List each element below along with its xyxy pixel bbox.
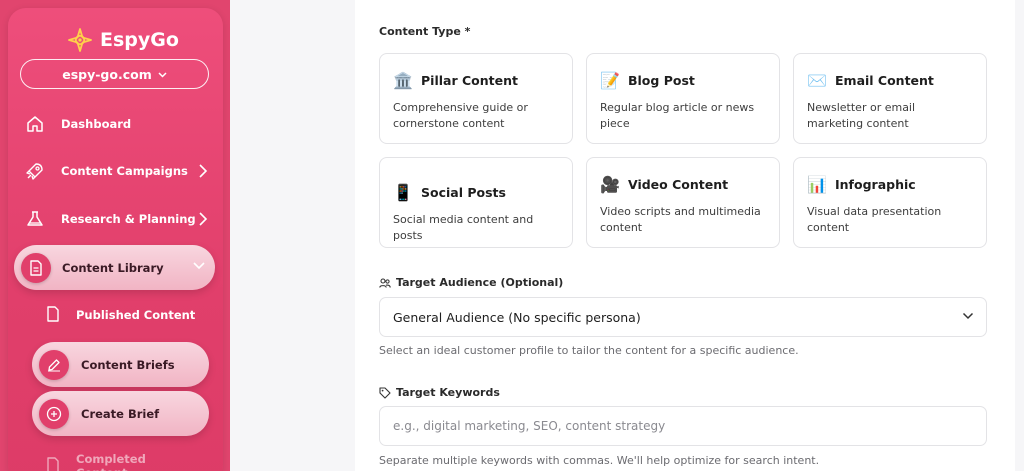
target-keywords-input[interactable]	[379, 406, 987, 446]
sidebar-item-content-library[interactable]: Content Library	[14, 245, 215, 290]
target-keywords-help: Separate multiple keywords with commas. …	[379, 454, 820, 467]
content-type-label-text: Content Type *	[379, 25, 471, 38]
content-type-description: Comprehensive guide or cornerstone conte…	[393, 101, 528, 130]
sidebar-item-research-planning[interactable]: Research & Planning	[20, 201, 215, 237]
content-type-title: Infographic	[835, 177, 916, 192]
target-audience-select[interactable]: General Audience (No specific persona)	[379, 297, 987, 337]
video-camera-icon: 🎥	[600, 175, 620, 194]
content-type-social-posts[interactable]: 📱 Social Posts Social media content and p…	[379, 157, 573, 248]
document-icon	[21, 252, 51, 283]
sidebar-subitem-label: Create Brief	[81, 406, 160, 421]
tag-icon	[379, 386, 391, 399]
chevron-right-icon	[199, 164, 208, 178]
sidebar-subitem-label: Completed Content	[76, 452, 146, 471]
content-type-title: Pillar Content	[421, 73, 518, 88]
sidebar-item-label: Content Campaigns	[61, 164, 188, 178]
target-audience-label: Target Audience (Optional)	[379, 276, 563, 289]
sidebar-item-label: Dashboard	[61, 117, 132, 131]
file-icon	[46, 305, 60, 325]
content-type-description: Video scripts and multimedia content	[600, 205, 761, 234]
target-audience-help: Select an ideal customer profile to tail…	[379, 344, 799, 357]
rocket-icon	[25, 161, 45, 181]
content-type-description: Regular blog article or news piece	[600, 101, 755, 130]
target-audience-label-text: Target Audience (Optional)	[396, 276, 564, 289]
chevron-down-icon	[962, 312, 974, 320]
chevron-down-icon	[158, 71, 167, 78]
content-type-title: Blog Post	[628, 73, 695, 88]
target-keywords-label: Target Keywords	[379, 386, 500, 399]
content-type-pillar[interactable]: 🏛️ Pillar Content Comprehensive guide or …	[379, 53, 573, 144]
bar-chart-icon: 📊	[807, 175, 827, 194]
content-type-description: Visual data presentation content	[807, 205, 942, 234]
sidebar-subitem-content-briefs[interactable]: Content Briefs	[32, 342, 209, 387]
espygo-logo-icon	[68, 28, 92, 52]
pencil-icon	[39, 349, 69, 380]
sidebar-subitem-create-brief[interactable]: Create Brief	[32, 391, 209, 436]
content-type-title: Video Content	[628, 177, 729, 192]
plus-circle-icon	[39, 398, 69, 429]
home-icon	[25, 114, 45, 134]
file-icon	[46, 456, 60, 471]
domain-selector-value: espy-go.com	[62, 66, 152, 82]
sidebar-item-label: Research & Planning	[61, 212, 196, 226]
users-icon	[379, 277, 391, 288]
sidebar-subitem-label: Published Content	[76, 308, 196, 322]
content-type-description: Newsletter or email marketing content	[807, 101, 916, 130]
content-type-title: Email Content	[835, 73, 934, 88]
pillar-building-icon: 🏛️	[393, 71, 413, 90]
flask-icon	[25, 209, 45, 229]
chevron-right-icon	[199, 212, 208, 226]
sidebar-subitem-label: Content Briefs	[81, 357, 175, 372]
target-audience-value: General Audience (No specific persona)	[393, 309, 641, 325]
sidebar-item-content-campaigns[interactable]: Content Campaigns	[20, 153, 215, 189]
content-type-email[interactable]: ✉️ Email Content Newsletter or email mark…	[793, 53, 987, 144]
content-type-video[interactable]: 🎥 Video Content Video scripts and multime…	[586, 157, 780, 248]
target-keywords-label-text: Target Keywords	[396, 386, 500, 399]
mobile-phone-icon: 📱	[393, 183, 413, 202]
sidebar-subitem-published-content[interactable]: Published Content	[24, 297, 201, 333]
content-type-blog-post[interactable]: 📝 Blog Post Regular blog article or news …	[586, 53, 780, 144]
domain-selector[interactable]: espy-go.com	[20, 59, 209, 89]
envelope-icon: ✉️	[807, 71, 827, 90]
content-type-infographic[interactable]: 📊 Infographic Visual data presentation co…	[793, 157, 987, 248]
content-type-description: Social media content and posts	[393, 213, 534, 242]
content-type-title: Social Posts	[421, 185, 506, 200]
sidebar-subitem-completed-content[interactable]: Completed Content	[24, 448, 201, 471]
content-type-label: Content Type *	[379, 25, 470, 38]
sidebar-item-dashboard[interactable]: Dashboard	[20, 106, 215, 142]
app-logo[interactable]: EspyGo	[68, 28, 179, 52]
sidebar-item-label: Content Library	[62, 260, 164, 275]
memo-icon: 📝	[600, 71, 620, 90]
app-name: EspyGo	[100, 29, 179, 51]
chevron-down-icon	[193, 262, 205, 270]
